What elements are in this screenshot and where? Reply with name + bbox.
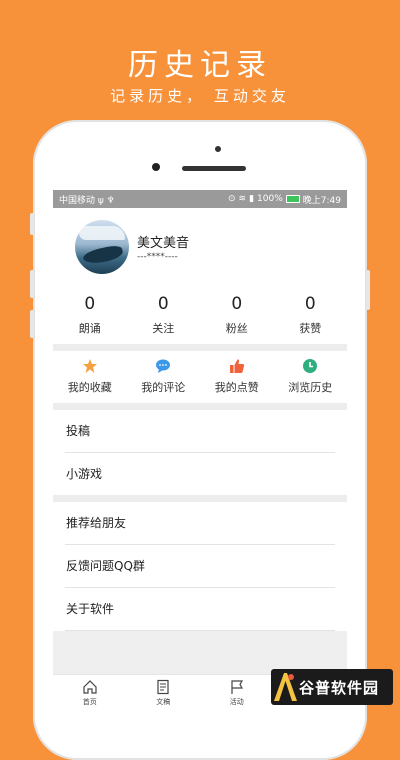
- profile-header[interactable]: 美文美音 ---****----: [53, 208, 347, 288]
- tab-activities[interactable]: 活动: [200, 675, 274, 711]
- battery-icon: [285, 195, 300, 203]
- app-screen: 中国移动 ψ ♆ ⊙ ≋ ▮ 100% 晚上7:49 美文美音 ---****-…: [53, 190, 347, 711]
- tab-home[interactable]: 首页: [53, 675, 127, 711]
- favorites-button[interactable]: 我的收藏: [53, 351, 127, 403]
- wifi-icon: ≋: [238, 194, 247, 204]
- document-icon: [127, 679, 201, 695]
- stat-recitations[interactable]: 0 朗诵: [53, 288, 127, 344]
- quick-actions: 我的收藏 我的评论 我的点赞 浏览历史: [53, 351, 347, 403]
- tab-documents[interactable]: 文稿: [127, 675, 201, 711]
- phone-speaker: [182, 166, 246, 171]
- user-name: 美文美音: [137, 236, 190, 251]
- promo-title: 历史记录: [128, 48, 272, 83]
- stat-following[interactable]: 0 关注: [127, 288, 201, 344]
- battery-percent: 100%: [257, 194, 283, 204]
- thumb-up-icon: [229, 358, 245, 374]
- phone-volume-up: [30, 270, 34, 298]
- menu-mini-games[interactable]: 小游戏: [65, 453, 335, 495]
- location-icon: ⊙: [228, 194, 236, 204]
- menu-about[interactable]: 关于软件: [65, 588, 335, 631]
- menu-submit[interactable]: 投稿: [65, 410, 335, 453]
- signal-icon: ▮: [249, 194, 255, 204]
- avatar[interactable]: [75, 220, 129, 274]
- history-button[interactable]: 浏览历史: [274, 351, 348, 403]
- carrier-label: 中国移动 ψ ♆: [59, 195, 115, 206]
- menu-recommend[interactable]: 推荐给朋友: [65, 502, 335, 545]
- comment-icon: [155, 358, 171, 374]
- stat-likes[interactable]: 0 获赞: [274, 288, 348, 344]
- menu-feedback-qq[interactable]: 反馈问题QQ群: [65, 545, 335, 588]
- stat-followers[interactable]: 0 粉丝: [200, 288, 274, 344]
- watermark-text: 谷普软件园: [299, 678, 380, 697]
- flag-icon: [200, 679, 274, 695]
- clock-icon: [302, 358, 318, 374]
- watermark: 谷普软件园: [271, 669, 393, 705]
- comments-button[interactable]: 我的评论: [127, 351, 201, 403]
- likes-button[interactable]: 我的点赞: [200, 351, 274, 403]
- phone-side-button: [30, 213, 34, 235]
- divider: [53, 403, 347, 410]
- promo-subtitle: 记录历史， 互动交友: [110, 87, 290, 105]
- divider: [53, 495, 347, 502]
- stats-row: 0 朗诵 0 关注 0 粉丝 0 获赞: [53, 288, 347, 344]
- divider: [53, 344, 347, 351]
- watermark-logo-icon: [271, 669, 299, 705]
- home-icon: [53, 679, 127, 695]
- phone-camera: [152, 163, 160, 171]
- status-bar: 中国移动 ψ ♆ ⊙ ≋ ▮ 100% 晚上7:49: [53, 190, 347, 208]
- clock-time: 晚上7:49: [302, 195, 341, 206]
- user-id: ---****----: [137, 252, 178, 262]
- star-icon: [82, 358, 98, 374]
- phone-power-button: [366, 270, 370, 310]
- phone-sensor: [215, 146, 221, 152]
- phone-volume-down: [30, 310, 34, 338]
